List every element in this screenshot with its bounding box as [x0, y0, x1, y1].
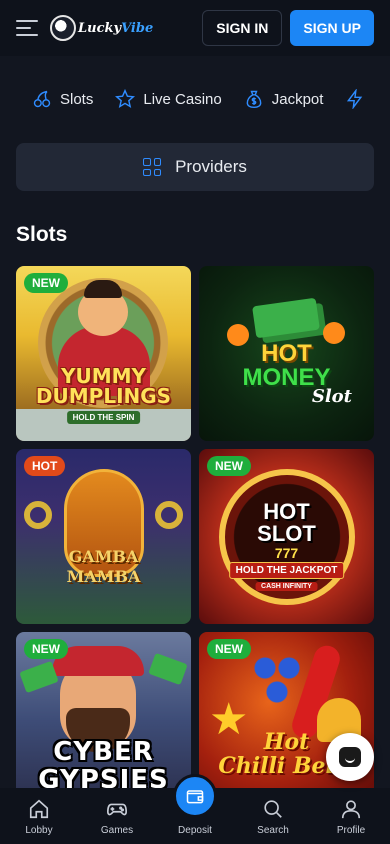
- logo-mark-icon: [50, 15, 76, 41]
- game-subtitle-2: CASH INFINITY: [255, 582, 318, 591]
- game-title: GAMBA MAMBA: [66, 547, 141, 586]
- game-subtitle: Slot: [311, 386, 352, 407]
- nav-profile[interactable]: Profile: [312, 788, 390, 844]
- game-title: HOT MONEY: [242, 340, 331, 391]
- nav-label: Profile: [336, 825, 366, 836]
- category-label: Live Casino: [143, 90, 222, 108]
- game-title: CYBER GYPSIES: [38, 737, 169, 795]
- nav-label: Deposit: [178, 825, 212, 836]
- game-subtitle: HOLD THE JACKPOT: [228, 562, 345, 579]
- game-subtitle: HOLD THE SPIN: [66, 411, 141, 424]
- category-label: Jackpot: [271, 90, 324, 108]
- nav-label: Lobby: [25, 825, 53, 836]
- top-header: LuckyVibe SIGN IN SIGN UP: [0, 0, 390, 56]
- wallet-icon: [186, 790, 204, 804]
- nav-label: Search: [257, 825, 289, 836]
- game-card-hot-slot[interactable]: HOT SLOT 777 HOLD THE JACKPOT CASH INFINI…: [199, 449, 374, 624]
- new-badge: NEW: [24, 273, 68, 293]
- money-bag-icon: [246, 90, 262, 109]
- category-nav: Slots Live Casino Jackpot: [0, 72, 390, 126]
- game-title: HOT SLOT: [257, 499, 316, 546]
- category-slots[interactable]: Slots: [32, 89, 93, 109]
- chat-support-button[interactable]: [326, 733, 374, 781]
- grid-icon: [143, 158, 162, 176]
- game-card-yummy-dumplings[interactable]: YUMMY DUMPLINGS HOLD THE SPIN NEW: [16, 266, 191, 441]
- hot-badge: HOT: [24, 456, 66, 476]
- hamburger-menu-icon[interactable]: [16, 20, 38, 36]
- nav-games[interactable]: Games: [78, 788, 156, 844]
- logo[interactable]: LuckyVibe: [50, 15, 153, 41]
- cherries-icon: [33, 90, 51, 108]
- logo-text: LuckyVibe: [78, 20, 154, 36]
- game-sevens: 777: [274, 545, 299, 561]
- category-live-casino[interactable]: Live Casino: [115, 89, 222, 109]
- home-icon: [29, 799, 49, 819]
- category-jackpot[interactable]: Jackpot: [244, 89, 324, 109]
- game-title: YUMMY DUMPLINGS: [35, 364, 172, 408]
- new-badge: NEW: [207, 639, 251, 659]
- nav-search[interactable]: Search: [234, 788, 312, 844]
- user-icon: [341, 800, 361, 819]
- new-badge: NEW: [24, 639, 68, 659]
- new-badge: NEW: [207, 456, 251, 476]
- nav-deposit[interactable]: Deposit: [156, 774, 234, 844]
- category-more[interactable]: [345, 89, 365, 109]
- game-card-cyber-gypsies[interactable]: CYBER GYPSIES NEW: [16, 632, 191, 807]
- game-card-hot-money[interactable]: HOT MONEY Slot: [199, 266, 374, 441]
- lightning-icon: [347, 89, 363, 109]
- gamepad-icon: [107, 803, 127, 816]
- star-icon: [115, 89, 136, 108]
- nav-lobby[interactable]: Lobby: [0, 788, 78, 844]
- game-art: HOT MONEY Slot: [199, 266, 374, 441]
- nav-label: Games: [100, 825, 134, 836]
- header-actions: SIGN IN SIGN UP: [202, 10, 374, 46]
- search-icon: [264, 800, 282, 818]
- bottom-nav: Lobby Games Deposit Search Profile: [0, 774, 390, 844]
- providers-button[interactable]: Providers: [16, 143, 374, 191]
- chat-icon: [339, 747, 361, 767]
- category-label: Slots: [60, 90, 94, 108]
- sign-up-button[interactable]: SIGN UP: [290, 10, 374, 46]
- providers-label: Providers: [175, 157, 247, 176]
- deposit-button[interactable]: [173, 774, 217, 818]
- sign-in-button[interactable]: SIGN IN: [202, 10, 283, 46]
- section-title: Slots: [16, 223, 68, 246]
- game-card-gamba-mamba[interactable]: GAMBA MAMBA HOT: [16, 449, 191, 624]
